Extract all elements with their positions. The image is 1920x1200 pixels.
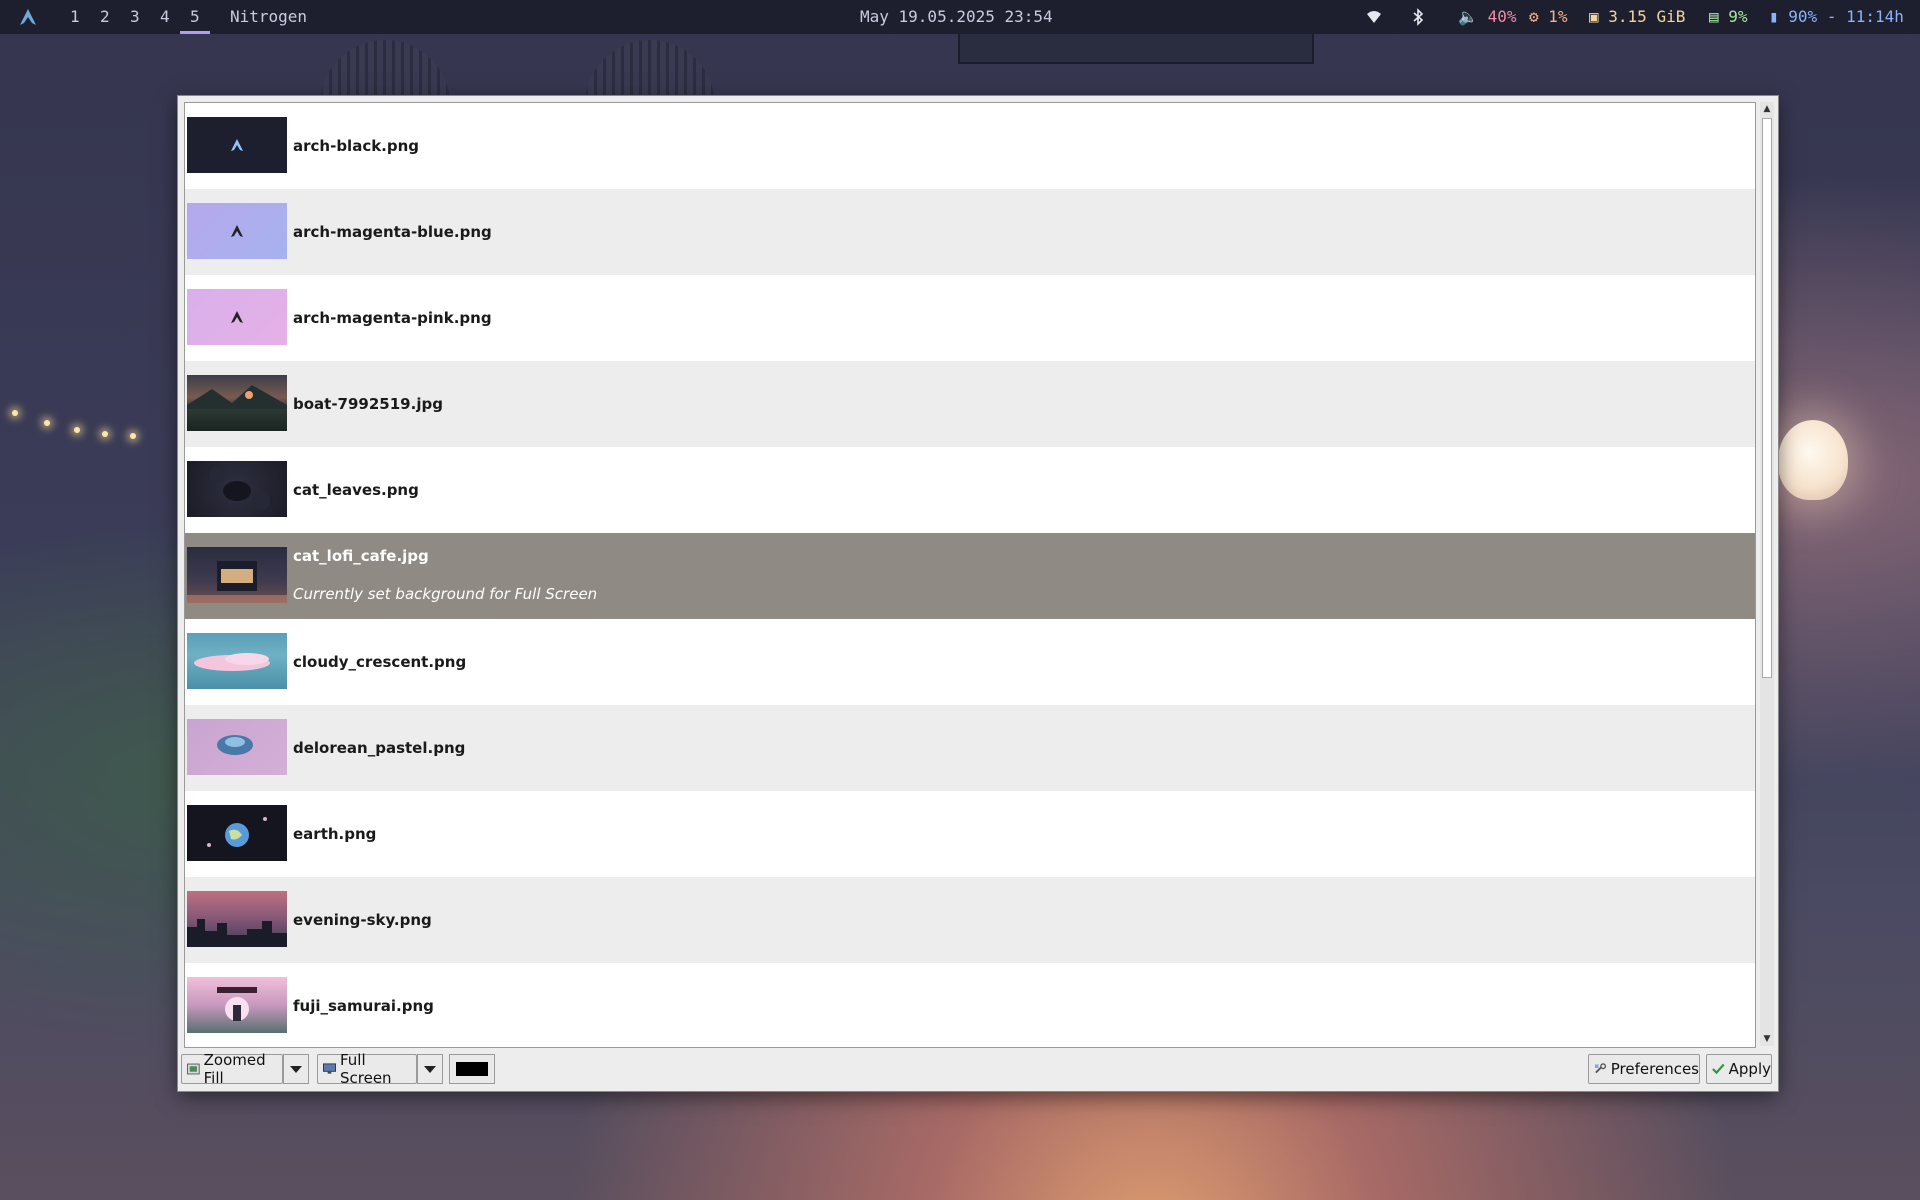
memory-value: 3.15 GiB [1608,7,1686,26]
screen-select[interactable]: Full Screen [317,1051,417,1087]
volume-indicator[interactable]: 🔈 40% [1458,7,1516,26]
thumbnail-earth [187,805,287,861]
color-swatch-fill [456,1062,488,1076]
wallpaper-list[interactable]: arch-black.png arch-magenta-blue.png arc… [184,102,1756,1048]
thumbnail-cat-lofi-cafe [187,547,287,603]
memory-icon: ▣ [1589,7,1599,26]
battery-icon: ▮ [1769,7,1779,26]
thumbnail-arch-magenta-blue [187,203,287,259]
arch-logo-icon[interactable] [19,8,37,26]
thumbnail-cloudy-crescent [187,633,287,689]
thumbnail-boat [187,375,287,431]
list-item[interactable]: arch-black.png [185,103,1755,189]
list-item[interactable]: fuji_samurai.png [185,963,1755,1047]
file-name: arch-magenta-blue.png [293,223,492,241]
screen-dropdown-button[interactable] [417,1054,443,1084]
workspace-5[interactable]: 5 [190,7,200,26]
apply-button[interactable]: Apply [1706,1054,1772,1084]
cpu-indicator[interactable]: ⚙ 1% [1529,7,1568,26]
scroll-up-arrow-icon[interactable]: ▲ [1762,104,1772,114]
background-string-light [74,427,80,433]
list-item[interactable]: delorean_pastel.png [185,705,1755,791]
mode-dropdown-button[interactable] [283,1054,309,1084]
nitrogen-window: arch-black.png arch-magenta-blue.png arc… [178,96,1778,1091]
background-string-light [130,433,136,439]
checkmark-icon [1712,1063,1725,1075]
file-name: cat_leaves.png [293,481,419,499]
bluetooth-icon[interactable] [1412,8,1424,26]
list-item[interactable]: arch-magenta-blue.png [185,189,1755,275]
list-item[interactable]: evening-sky.png [185,877,1755,963]
screen-select-label: Full Screen [339,1051,392,1087]
background-string-light [102,431,108,437]
wifi-icon[interactable] [1366,9,1382,25]
thumbnail-evening-sky [187,891,287,947]
file-name: evening-sky.png [293,911,432,929]
file-name: cat_lofi_cafe.jpg [293,547,429,565]
scrollbar-thumb[interactable] [1762,118,1772,678]
file-name: fuji_samurai.png [293,997,434,1015]
workspace-4[interactable]: 4 [160,7,170,26]
file-name: delorean_pastel.png [293,739,466,757]
file-name: earth.png [293,825,377,843]
cpu-icon: ⚙ [1529,7,1539,26]
image-icon [187,1063,200,1075]
list-item[interactable]: cat_leaves.png [185,447,1755,533]
file-name: boat-7992519.jpg [293,395,443,413]
window-title: Nitrogen [230,7,308,26]
background-window [958,30,1314,64]
volume-value: 40% [1487,7,1517,26]
memory-indicator[interactable]: ▣ 3.15 GiB [1589,7,1685,26]
workspace-2[interactable]: 2 [100,7,110,26]
background-color-picker[interactable] [449,1054,495,1084]
monitor-icon [323,1063,336,1074]
volume-icon: 🔈 [1458,7,1478,26]
mode-select-label: Zoomed Fill [203,1051,266,1087]
workspace-1[interactable]: 1 [70,7,80,26]
scroll-down-arrow-icon[interactable]: ▼ [1762,1034,1772,1044]
mode-select[interactable]: Zoomed Fill [181,1051,283,1087]
list-item-selected[interactable]: cat_lofi_cafe.jpg Currently set backgrou… [185,533,1755,619]
preferences-icon [1594,1063,1607,1074]
list-scrollbar[interactable]: ▲ ▼ [1760,102,1774,1046]
thumbnail-fuji-samurai [187,977,287,1033]
file-name: cloudy_crescent.png [293,653,467,671]
list-item[interactable]: arch-magenta-pink.png [185,275,1755,361]
background-string-light [12,410,18,416]
file-name: arch-black.png [293,137,420,155]
workspace-3[interactable]: 3 [130,7,140,26]
active-workspace-indicator [180,31,210,34]
current-background-note: Currently set background for Full Screen [293,585,598,603]
disk-icon: ▤ [1709,7,1719,26]
battery-value: 90% - 11:14h [1788,7,1904,26]
thumbnail-cat-leaves [187,461,287,517]
preferences-button[interactable]: Preferences [1588,1054,1700,1084]
top-status-bar: 1 2 3 4 5 Nitrogen May 19.05.2025 23:54 … [0,0,1920,34]
thumbnail-delorean-pastel [187,719,287,775]
apply-label: Apply [1728,1060,1771,1078]
background-string-light [44,420,50,426]
preferences-label: Preferences [1610,1060,1699,1078]
chevron-down-icon [424,1065,436,1073]
disk-value: 9% [1728,7,1748,26]
battery-indicator[interactable]: ▮ 90% - 11:14h [1769,7,1904,26]
clock[interactable]: May 19.05.2025 23:54 [860,7,1053,26]
file-name: arch-magenta-pink.png [293,309,492,327]
background-lamp [1778,420,1848,500]
cpu-value: 1% [1548,7,1568,26]
list-item[interactable]: boat-7992519.jpg [185,361,1755,447]
disk-indicator[interactable]: ▤ 9% [1709,7,1748,26]
list-item[interactable]: cloudy_crescent.png [185,619,1755,705]
chevron-down-icon [290,1065,302,1073]
list-item[interactable]: earth.png [185,791,1755,877]
thumbnail-arch-black [187,117,287,173]
thumbnail-arch-magenta-pink [187,289,287,345]
